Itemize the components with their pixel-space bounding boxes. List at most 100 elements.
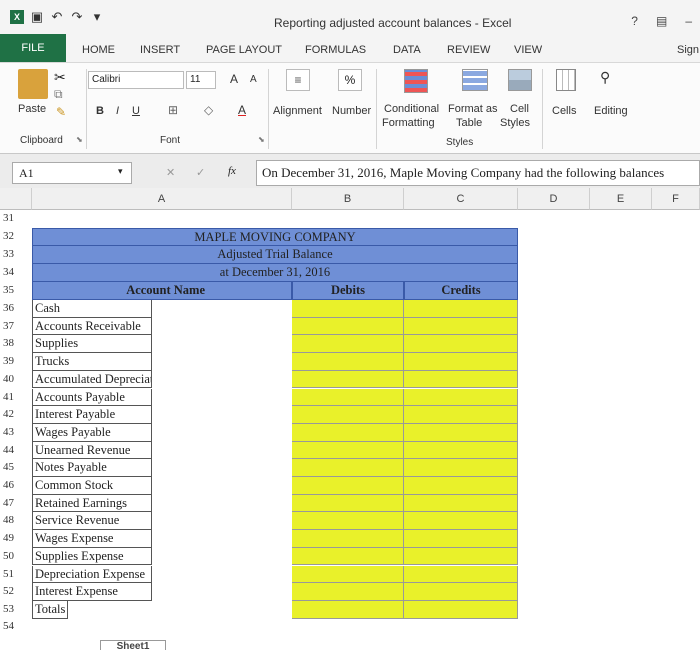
credit-input-cell[interactable] [404,388,518,407]
cut-icon[interactable]: ✂ [54,69,66,86]
row-header[interactable]: 35 [0,282,32,300]
conditional-formatting-button[interactable]: Conditional [384,103,439,115]
format-as-table-button[interactable]: Format as [448,103,498,115]
credit-input-cell[interactable] [404,512,518,531]
clipboard-launcher-icon[interactable]: ⬊ [76,135,83,144]
row-header[interactable]: 31 [0,210,32,228]
credit-input-cell[interactable] [404,441,518,460]
account-name-cell[interactable]: Cash [32,300,152,318]
row-header[interactable]: 38 [0,335,32,353]
format-painter-icon[interactable]: ✎ [56,105,66,119]
debit-input-cell[interactable] [292,353,404,371]
font-size-select[interactable]: 11 [186,71,216,89]
row-header[interactable]: 40 [0,371,32,389]
paste-icon[interactable] [18,69,48,99]
debit-input-cell[interactable] [292,459,404,477]
row-header[interactable]: 39 [0,353,32,371]
conditional-formatting-icon[interactable] [404,69,428,93]
shrink-font-button[interactable]: A [250,74,257,85]
column-header-e[interactable]: E [590,188,652,210]
debit-input-cell[interactable] [292,370,404,389]
debit-input-cell[interactable] [292,547,404,566]
customize-qat-icon[interactable]: ▾ [90,10,104,24]
credit-input-cell[interactable] [404,370,518,389]
debit-input-cell[interactable] [292,335,404,354]
row-header[interactable]: 43 [0,424,32,442]
row-header[interactable]: 42 [0,406,32,424]
font-launcher-icon[interactable]: ⬊ [258,135,265,144]
name-box-dropdown-icon[interactable]: ▾ [118,166,123,177]
account-name-cell[interactable]: Wages Payable [32,423,152,442]
underline-button[interactable]: U [132,105,140,117]
credit-input-cell[interactable] [404,459,518,477]
cell-styles-icon[interactable] [508,69,532,91]
row-header[interactable]: 46 [0,477,32,495]
account-name-cell[interactable]: Trucks [32,353,152,371]
row-header[interactable]: 50 [0,548,32,566]
account-name-cell[interactable]: Common Stock [32,477,152,495]
cancel-entry-button[interactable]: ✕ [166,166,175,179]
credit-input-cell[interactable] [404,353,518,371]
credit-input-cell[interactable] [404,600,518,619]
credit-input-cell[interactable] [404,335,518,354]
sign-in-link[interactable]: Sign [677,44,699,56]
debit-input-cell[interactable] [292,317,404,336]
italic-button[interactable]: I [116,105,119,117]
alignment-button[interactable]: Alignment [273,105,322,117]
debit-input-cell[interactable] [292,530,404,548]
help-button[interactable]: ? [631,14,638,28]
fill-color-icon[interactable]: ◇ [204,103,213,117]
account-name-cell[interactable]: Interest Expense [32,583,152,601]
ribbon-display-icon[interactable]: ▤ [656,14,667,28]
debit-input-cell[interactable] [292,600,404,619]
debit-input-cell[interactable] [292,300,404,318]
cell-styles-button[interactable]: Cell [510,103,529,115]
company-name-cell[interactable]: MAPLE MOVING COMPANY [32,228,518,246]
row-header[interactable]: 33 [0,246,32,264]
find-binoculars-icon[interactable]: ⚲ [600,69,610,86]
row-header[interactable]: 52 [0,583,32,601]
column-header-b[interactable]: B [292,188,404,210]
account-name-cell[interactable]: Unearned Revenue [32,441,152,460]
tab-page-layout[interactable]: PAGE LAYOUT [206,44,282,56]
column-header-f[interactable]: F [652,188,700,210]
format-as-table-icon[interactable] [462,69,488,91]
editing-button[interactable]: Editing [594,105,628,117]
row-header[interactable]: 47 [0,495,32,513]
row-header[interactable]: 49 [0,530,32,548]
account-name-cell[interactable]: Supplies Expense [32,547,152,566]
credit-input-cell[interactable] [404,317,518,336]
font-color-button[interactable]: A [238,103,246,117]
tab-home[interactable]: HOME [82,44,115,56]
select-all-corner[interactable] [0,188,32,210]
bold-button[interactable]: B [96,105,104,117]
tab-data[interactable]: DATA [393,44,421,56]
account-name-cell[interactable]: Accounts Payable [32,388,152,407]
account-name-cell[interactable]: Wages Expense [32,530,152,548]
row-header[interactable]: 36 [0,300,32,318]
debit-input-cell[interactable] [292,423,404,442]
row-header[interactable]: 34 [0,264,32,282]
alignment-icon[interactable]: ≡ [286,69,310,91]
debit-input-cell[interactable] [292,494,404,513]
row-header[interactable]: 53 [0,601,32,619]
account-name-cell[interactable]: Accumulated Depreciation [32,370,152,389]
credits-header[interactable]: Credits [404,282,518,300]
credit-input-cell[interactable] [404,423,518,442]
debit-input-cell[interactable] [292,406,404,424]
account-name-cell[interactable]: Notes Payable [32,459,152,477]
sheet-tab-sheet1[interactable]: Sheet1 [100,640,166,650]
column-header-d[interactable]: D [518,188,590,210]
insert-function-button[interactable]: fx [228,165,236,177]
account-name-cell[interactable]: Depreciation Expense [32,565,152,584]
account-name-header[interactable]: Account Name [32,282,292,300]
cells-icon[interactable] [556,69,576,91]
tab-insert[interactable]: INSERT [140,44,180,56]
account-name-cell[interactable]: Totals [32,600,68,619]
report-title-cell[interactable]: Adjusted Trial Balance [32,246,518,264]
copy-icon[interactable]: ⧉ [54,87,63,102]
credit-input-cell[interactable] [404,530,518,548]
cells-button[interactable]: Cells [552,105,576,117]
account-name-cell[interactable]: Retained Earnings [32,494,152,513]
column-header-c[interactable]: C [404,188,518,210]
